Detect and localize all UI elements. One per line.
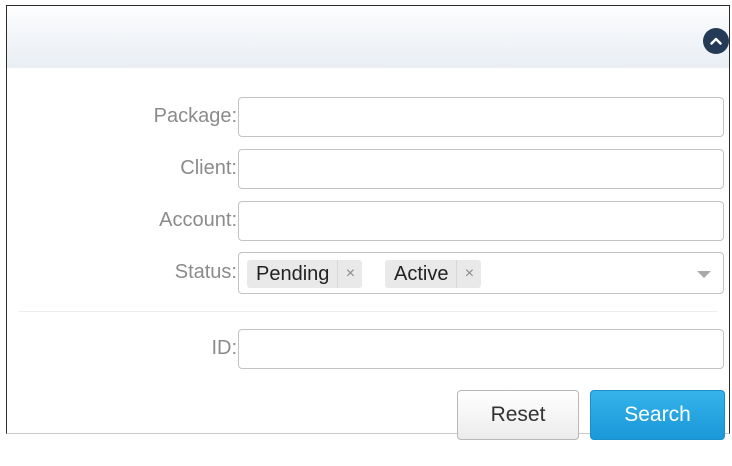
caret-down-icon[interactable] xyxy=(697,271,711,278)
chevron-up-icon xyxy=(710,37,722,45)
reset-button[interactable]: Reset xyxy=(457,390,579,440)
status-tag-label: Active xyxy=(394,263,449,285)
close-icon[interactable]: × xyxy=(456,260,481,288)
status-tag-pending: Pending × xyxy=(247,260,363,288)
filter-panel: Package: Client: Account: Status: Pendin… xyxy=(6,5,731,440)
package-input[interactable] xyxy=(238,97,724,137)
account-row: Account: xyxy=(7,201,731,243)
account-label: Account: xyxy=(159,209,237,231)
client-label: Client: xyxy=(180,157,237,179)
close-icon[interactable]: × xyxy=(337,260,362,288)
status-multiselect[interactable]: Pending × Active × xyxy=(238,252,724,294)
client-input[interactable] xyxy=(238,149,724,189)
package-row: Package: xyxy=(7,97,731,139)
divider xyxy=(19,311,717,312)
account-input[interactable] xyxy=(238,201,724,241)
panel-header xyxy=(7,6,729,68)
search-button[interactable]: Search xyxy=(590,390,725,440)
status-tag-label: Pending xyxy=(256,263,330,285)
status-label: Status: xyxy=(174,261,237,283)
client-row: Client: xyxy=(7,149,731,191)
collapse-button[interactable] xyxy=(703,28,729,54)
id-input[interactable] xyxy=(238,329,724,369)
package-label: Package: xyxy=(153,105,237,127)
status-row: Status: Pending × Active × xyxy=(7,252,731,294)
status-tag-active: Active × xyxy=(385,260,482,288)
id-row: ID: xyxy=(7,329,731,371)
id-label: ID: xyxy=(211,337,237,359)
